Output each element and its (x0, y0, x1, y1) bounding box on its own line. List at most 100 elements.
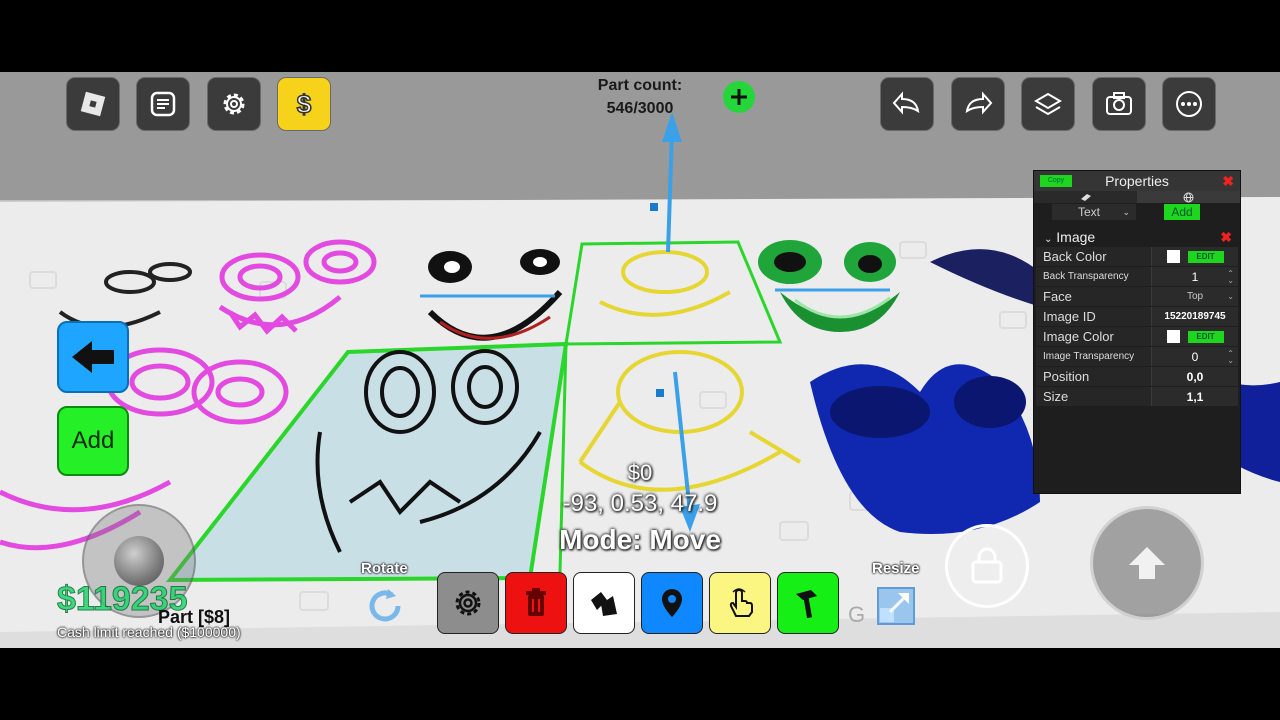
dollar-icon: $ (296, 89, 313, 119)
gear-icon (223, 93, 245, 115)
more-button[interactable] (1163, 78, 1215, 130)
svg-text:$: $ (297, 89, 312, 119)
image-section-title: Image (1056, 229, 1096, 245)
stepper-icon[interactable]: ⌃ ⌄ (1227, 269, 1234, 284)
property-row-image-color: Image Color EDIT (1036, 327, 1238, 346)
add-part-button[interactable] (723, 81, 755, 113)
eraser-icon (1080, 193, 1091, 201)
edit-image-color-button[interactable]: EDIT (1187, 330, 1224, 343)
blocks-icon (591, 592, 617, 616)
face-value: Top (1186, 291, 1204, 302)
jump-button[interactable] (1090, 506, 1204, 620)
property-type-value: Text (1078, 205, 1101, 219)
part-count-value: 546/3000 (606, 100, 674, 117)
select-tool-button[interactable] (709, 572, 771, 634)
chevron-down-icon: ⌄ (1122, 206, 1130, 217)
settings-button[interactable] (208, 78, 260, 130)
position-coords: -93, 0.53, 47.9 (562, 490, 718, 517)
back-color-swatch[interactable] (1166, 250, 1180, 263)
image-id-value: 15220189745 (1164, 311, 1226, 322)
chat-button[interactable] (137, 78, 189, 130)
plus-icon (731, 89, 747, 105)
stepper-icon[interactable]: ⌃ ⌄ (1227, 349, 1234, 364)
property-type-select[interactable]: Text ⌄ (1052, 204, 1136, 220)
image-section-header[interactable]: ⌄ Image ✖ (1034, 227, 1240, 247)
property-name: Image Color (1036, 327, 1152, 346)
hammer-icon (796, 590, 817, 619)
property-row-image-transparency: Image Transparency 0 ⌃ ⌄ (1036, 347, 1238, 366)
property-row-image-id: Image ID 15220189745 (1036, 307, 1238, 326)
rotate-icon[interactable] (362, 583, 408, 629)
tab-eraser[interactable] (1034, 191, 1137, 203)
redo-button[interactable] (952, 78, 1004, 130)
pointer-hand-icon (729, 588, 753, 617)
position-input[interactable]: 0,0 (1152, 367, 1238, 386)
chat-icon (150, 91, 176, 117)
copy-button[interactable]: Copy (1040, 175, 1072, 187)
property-row-position: Position 0,0 (1036, 367, 1238, 386)
close-icon[interactable]: ✖ (1222, 173, 1234, 190)
property-name: Image Transparency (1036, 347, 1152, 366)
property-row-face: Face Top ⌄ (1036, 287, 1238, 306)
back-transparency-value: 1 (1191, 269, 1199, 284)
screenshot-button[interactable] (1093, 78, 1145, 130)
place-tool-button[interactable] (641, 572, 703, 634)
properties-header: Copy Properties ✖ (1034, 171, 1240, 191)
part-count: Part count: 546/3000 (580, 74, 700, 120)
face-select[interactable]: Top ⌄ (1152, 287, 1238, 306)
size-value: 1,1 (1186, 389, 1204, 404)
remove-section-icon[interactable]: ✖ (1220, 229, 1232, 246)
property-name: Image ID (1036, 307, 1152, 326)
left-arrow-icon (72, 341, 114, 373)
property-name: Back Transparency (1036, 267, 1152, 286)
g-key-hint: G (848, 602, 866, 627)
joystick-knob[interactable] (114, 536, 164, 586)
cash-limit-text: Cash limit reached ($100000) (57, 624, 241, 640)
properties-tabs (1034, 191, 1240, 203)
settings-tool-button[interactable] (437, 572, 499, 634)
property-name: Face (1036, 287, 1152, 306)
properties-panel: Copy Properties ✖ Text ⌄ Add ⌄ Image ✖ Ba… (1033, 170, 1241, 494)
edit-back-color-button[interactable]: EDIT (1187, 250, 1224, 263)
more-icon (1176, 91, 1202, 117)
chevron-down-icon: ⌄ (1227, 292, 1234, 301)
position-value: 0,0 (1186, 369, 1204, 384)
add-button[interactable]: Add (57, 406, 129, 476)
image-transparency-value: 0 (1191, 349, 1199, 364)
add-property-row: Text ⌄ Add (1034, 203, 1240, 221)
gear-icon (455, 590, 481, 616)
roblox-logo-icon (80, 91, 106, 117)
delete-tool-button[interactable] (505, 572, 567, 634)
layers-button[interactable] (1022, 78, 1074, 130)
back-transparency-input[interactable]: 1 ⌃ ⌄ (1152, 267, 1238, 286)
rotate-label: Rotate (361, 560, 408, 577)
camera-icon (1106, 92, 1132, 115)
globe-icon (1183, 192, 1194, 202)
build-tool-button[interactable] (777, 572, 839, 634)
tab-globe[interactable] (1137, 191, 1240, 203)
paint-tool-button[interactable] (573, 572, 635, 634)
roblox-menu-button[interactable] (67, 78, 119, 130)
undo-arrow-icon (892, 91, 920, 115)
undo-button[interactable] (881, 78, 933, 130)
shift-lock-button[interactable] (945, 524, 1029, 608)
shop-button[interactable]: $ (278, 78, 330, 130)
layers-icon (1034, 92, 1062, 116)
part-count-label: Part count: (597, 77, 683, 94)
image-color-swatch[interactable] (1166, 330, 1180, 343)
back-button[interactable] (57, 321, 129, 393)
location-pin-icon (662, 589, 682, 617)
part-price: $0 (627, 460, 653, 485)
property-row-back-transparency: Back Transparency 1 ⌃ ⌄ (1036, 267, 1238, 286)
image-transparency-input[interactable]: 0 ⌃ ⌄ (1152, 347, 1238, 366)
mode-label: Mode: Move (559, 524, 721, 555)
image-id-input[interactable]: 15220189745 (1152, 307, 1238, 326)
property-name: Back Color (1036, 247, 1152, 266)
lock-icon (971, 547, 1003, 584)
add-property-button[interactable]: Add (1164, 204, 1200, 220)
resize-icon[interactable] (874, 584, 918, 628)
up-arrow-icon (1129, 547, 1165, 579)
resize-label: Resize (872, 560, 920, 577)
size-input[interactable]: 1,1 (1152, 387, 1238, 406)
property-row-size: Size 1,1 (1036, 387, 1238, 406)
